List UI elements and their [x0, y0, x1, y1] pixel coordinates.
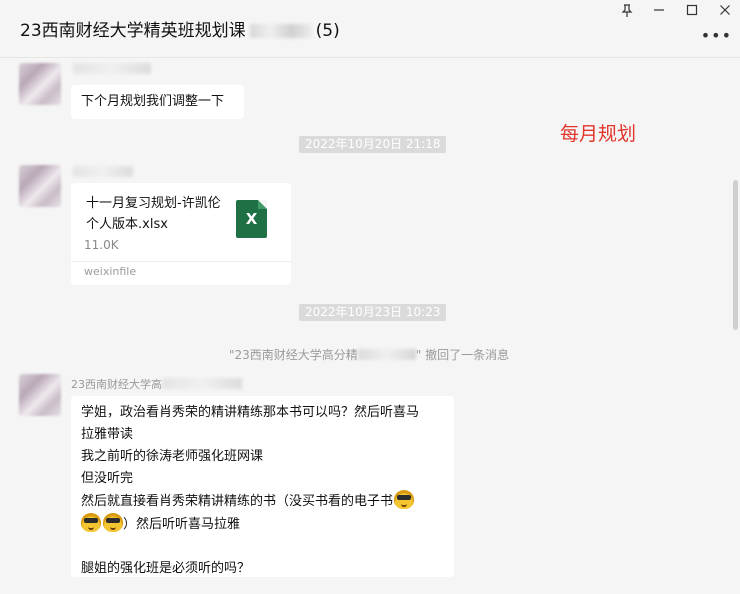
timestamp: 2022年10月20日 21:18 — [299, 136, 447, 153]
message-text: 下个月规划我们调整一下 — [81, 94, 225, 109]
message-line-text: ）然后听听喜马拉雅 — [123, 517, 241, 532]
excel-icon-fold — [258, 200, 267, 209]
excel-icon-letter: X — [245, 210, 258, 228]
chat-area: 下个月规划我们调整一下 每月规划 2022年10月20日 21:18 十一月复习… — [0, 59, 740, 594]
file-message-card[interactable]: 十一月复习规划-许凯伦个人版本.xlsx X 11.0K weixinfile — [71, 183, 291, 285]
file-source: weixinfile — [84, 265, 137, 278]
message-line: 我之前听的徐涛老师强化班网课 — [81, 449, 264, 464]
excel-file-icon: X — [236, 200, 267, 238]
more-options-button[interactable]: ••• — [701, 26, 732, 45]
message-line: 学姐，政治看肖秀荣的精讲精练那本书可以吗？然后听喜马 — [81, 405, 420, 420]
file-card-divider — [71, 261, 291, 262]
blurred-sender-name-suffix — [162, 378, 242, 389]
message-line-text: 然后就直接看肖秀荣精讲精练的书（没买书看的电子书 — [81, 494, 394, 509]
file-name: 十一月复习规划-许凯伦个人版本.xlsx — [86, 196, 221, 232]
sender-name: 23西南财经大学高 — [71, 376, 242, 392]
timestamp: 2022年10月23日 10:23 — [299, 304, 447, 321]
scrollbar[interactable] — [733, 180, 738, 330]
recall-text-start: "23西南财经大学高分精 — [229, 348, 358, 362]
avatar[interactable] — [19, 63, 61, 105]
avatar[interactable] — [19, 374, 61, 416]
message-bubble[interactable]: 学姐，政治看肖秀荣的精讲精练那本书可以吗？然后听喜马 拉雅带读 我之前听的徐涛老… — [71, 396, 454, 577]
maximize-icon — [686, 4, 698, 16]
message-line: 腿姐的强化班是必须听的吗？ — [81, 561, 251, 576]
message-bubble[interactable]: 下个月规划我们调整一下 — [71, 85, 244, 119]
minimize-icon — [654, 9, 664, 11]
close-icon — [720, 5, 730, 15]
recall-text-end: " 撤回了一条消息 — [415, 348, 510, 362]
recall-notice: "23西南财经大学高分精 " 撤回了一条消息 — [229, 346, 509, 363]
sunglasses-emoji-icon — [394, 490, 415, 509]
minimize-button[interactable] — [649, 1, 669, 19]
chat-title: 23西南财经大学精英班规划课 (5) — [20, 16, 340, 41]
sunglasses-emoji-icon — [103, 513, 123, 532]
annotation-label: 每月规划 — [560, 123, 637, 145]
blurred-recall-name — [357, 349, 416, 360]
message-line: ）然后听听喜马拉雅 — [81, 513, 444, 536]
blurred-sender-name — [73, 63, 151, 74]
sender-name-text: 23西南财经大学高 — [71, 378, 162, 391]
file-size: 11.0K — [84, 238, 119, 252]
message-line: 然后就直接看肖秀荣精讲精练的书（没买书看的电子书 — [81, 490, 444, 513]
maximize-button[interactable] — [682, 1, 702, 19]
group-name: 23西南财经大学精英班规划课 — [20, 21, 246, 41]
sunglasses-emoji-icon — [81, 513, 101, 532]
pin-button[interactable] — [617, 1, 637, 19]
title-bar: 23西南财经大学精英班规划课 (5) ••• — [0, 0, 740, 58]
close-button[interactable] — [715, 1, 735, 19]
blurred-sender-name — [73, 166, 133, 177]
blurred-title-suffix — [249, 24, 312, 38]
member-count: (5) — [315, 21, 340, 41]
message-line: 拉雅带读 — [81, 427, 134, 442]
pin-icon — [621, 3, 633, 17]
message-line: 但没听完 — [81, 471, 134, 486]
avatar[interactable] — [19, 165, 61, 207]
